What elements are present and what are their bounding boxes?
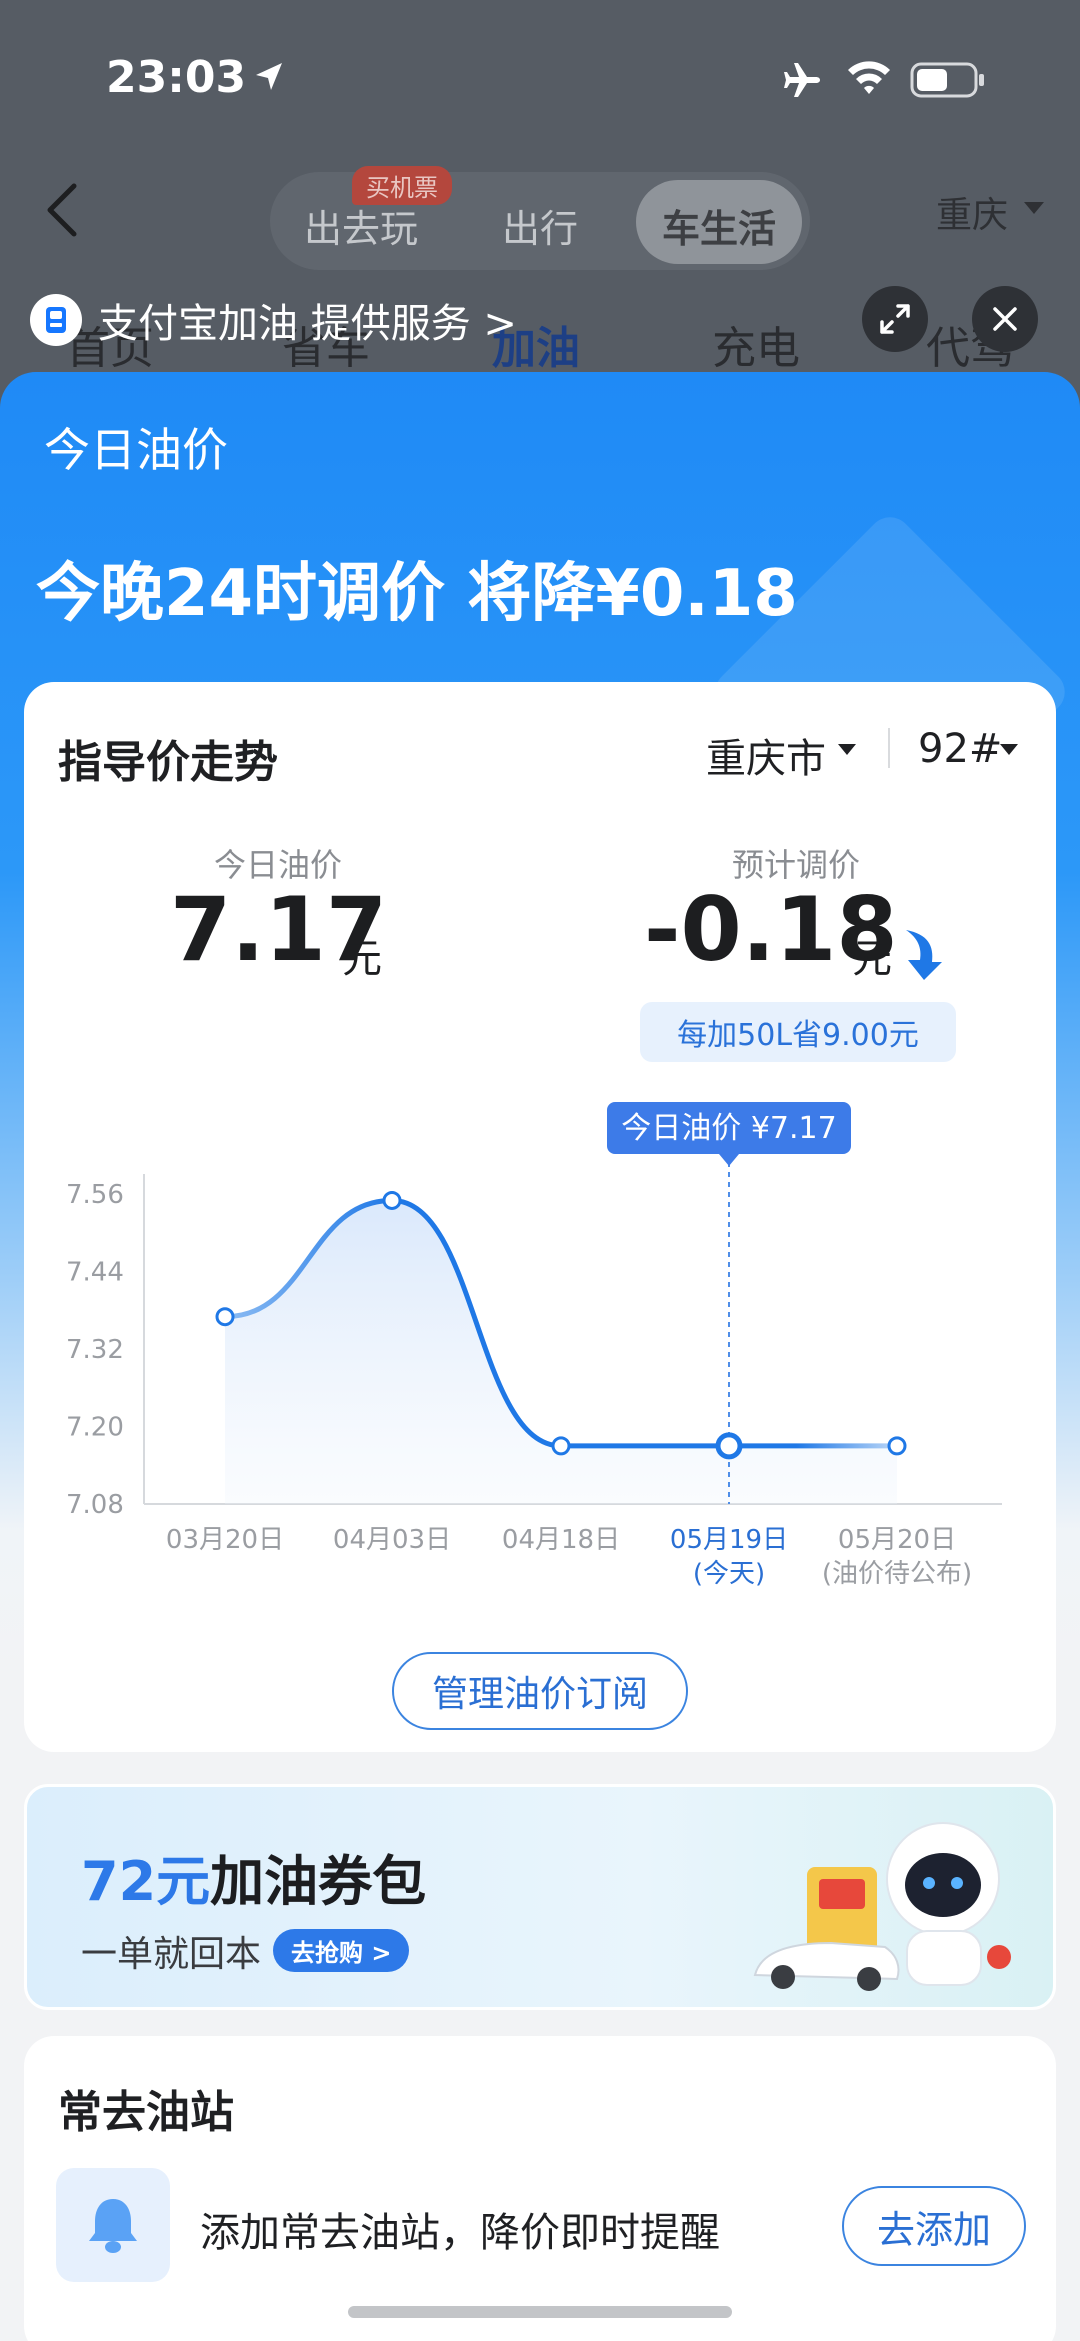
airplane-mode-icon [784,63,820,97]
data-point [887,1436,907,1456]
close-button[interactable] [972,286,1038,352]
x-tick-label: 05月19日 [670,1525,788,1555]
status-bar: 23:03 [0,0,1080,150]
today-price-unit: 元 [342,936,382,982]
price-trend-card: 指导价走势 重庆市 92# 今日油价 7.17 元 预计调价 -0.18 元 每… [24,682,1056,1752]
stations-hint-text: 添加常去油站，降价即时提醒 [200,2210,720,2256]
y-tick-label: 7.08 [66,1490,124,1520]
caret-down-icon [838,744,856,755]
y-tick-label: 7.32 [66,1335,124,1365]
saving-chip: 每加50L省9.00元 [640,1002,956,1062]
price-adjust-headline: 今晚24时调价 将降¥0.18 [36,557,798,631]
promo-subtitle: 一单就回本 [81,1934,262,1975]
today-data-point [715,1432,743,1460]
manage-subscription-button[interactable]: 管理油价订阅 [392,1652,688,1730]
promo-title: 72元加油券包 [81,1837,426,1916]
down-arrow-icon [906,930,942,980]
caret-down-icon [1024,202,1044,214]
stations-title: 常去油站 [58,2087,234,2138]
coupon-promo-banner[interactable]: 72元加油券包 一单就回本 去抢购 > [24,1784,1056,2010]
price-trend-chart: 7.56 7.44 7.32 7.20 7.08 今日油价 ¥7.17 03月20日 04月0… [66,1102,1002,1589]
frequent-stations-card: 常去油站 添加常去油站，降价即时提醒 去添加 [24,2036,1056,2341]
status-time: 23:03 [106,52,247,103]
subtab-charge[interactable]: 充电 [712,312,800,376]
add-station-button[interactable]: 去添加 [842,2186,1026,2266]
data-point [382,1190,402,1210]
promo-amount: 72元 [81,1850,211,1913]
series-area [225,1200,897,1504]
sheet-title: 今日油价 [44,423,228,477]
tab-che-shenghuo[interactable]: 车生活 [662,198,776,253]
forecast-unit: 元 [852,936,892,982]
city-dropdown[interactable]: 重庆市 [706,726,826,784]
tab-badge-flight: 买机票 [352,166,452,205]
wifi-icon [848,61,890,94]
expand-icon [880,304,910,334]
expand-button[interactable] [862,286,928,352]
caret-down-icon [1000,744,1018,755]
x-tick-label: 04月03日 [333,1525,451,1555]
location-arrow-icon [256,63,282,90]
close-icon [993,307,1017,331]
home-indicator [348,2306,732,2318]
fuel-price-sheet: 今日油价 今晚24时调价 将降¥0.18 指导价走势 重庆市 92# 今日油价 … [0,372,1080,2341]
data-point [215,1307,235,1327]
data-point [551,1436,571,1456]
fuel-type-dropdown[interactable]: 92# [918,726,1002,772]
city-selector[interactable]: 重庆 [936,186,1008,238]
robot-fuel-illustration [753,1822,1011,1991]
y-tick-label: 7.20 [66,1413,124,1443]
bell-icon [89,2199,137,2253]
tab-chuxing[interactable]: 出行 [502,198,578,253]
promo-grab-button[interactable]: 去抢购 > [273,1929,410,1972]
provider-text: 支付宝加油 提供服务 > [98,301,517,347]
x-tick-label: 03月20日 [166,1525,284,1555]
x-tick-label: 04月18日 [502,1525,620,1555]
promo-title-rest: 加油券包 [210,1850,427,1913]
x-tick-sublabel: (今天) [693,1559,765,1589]
selector-divider [888,728,890,768]
y-tick-label: 7.44 [66,1258,124,1288]
tooltip-text: 今日油价 ¥7.17 [621,1111,836,1146]
back-arrow-icon[interactable] [42,180,82,240]
battery-icon [910,62,984,98]
tab-chuqu-wan[interactable]: 出去玩 [304,198,418,253]
tooltip-pointer [719,1154,739,1166]
x-tick-sublabel: (油价待公布) [822,1559,972,1589]
y-tick-label: 7.56 [66,1180,124,1210]
bell-icon-box [56,2168,170,2282]
trend-card-title: 指导价走势 [58,737,278,788]
provider-link[interactable]: 支付宝加油 提供服务 > [30,292,517,348]
alipay-fuel-logo-icon [30,294,82,346]
x-tick-label: 05月20日 [838,1525,956,1555]
